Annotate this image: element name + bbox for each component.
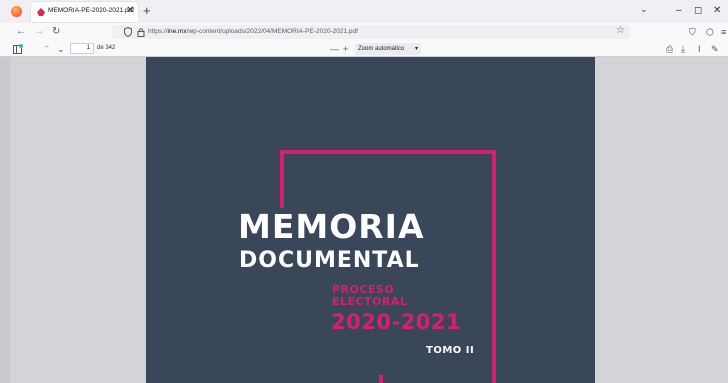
navigation-bar: ← → ↻ https://ine.mx/wp-content/uploads/… [0,23,728,41]
cover-title-line1: MEMORIA [238,207,425,246]
cover-frame-bottom-left [379,375,383,383]
page-total-label: de 342 [97,44,116,51]
text-tool-icon[interactable]: I [698,42,701,56]
app-menu-icon[interactable]: ≡ [721,26,726,38]
maximize-button[interactable]: ◻ [694,2,702,20]
save-icon[interactable]: ⤓ [681,42,685,56]
tab-bar: MEMORIA-PE-2020-2021.pdf ✕ + ⌄ – ◻ ✕ [0,0,728,23]
cover-frame-left [280,150,284,208]
zoom-out-button[interactable]: — [330,42,339,56]
close-window-button[interactable]: ✕ [713,2,721,20]
previous-page-icon[interactable]: ⌃ [43,42,51,56]
pdf-viewer[interactable]: MEMORIA DOCUMENTAL PROCESO ELECTORAL 202… [0,57,728,383]
sidebar-toggle-icon[interactable] [13,44,23,54]
chevron-down-icon: ▾ [414,46,418,52]
url-text[interactable]: https://ine.mx/wp-content/uploads/2022/0… [148,28,358,35]
zoom-select-value: Zoom automático [358,46,405,52]
page-number-input[interactable]: 1 [70,43,94,54]
back-button[interactable]: ← [16,25,26,39]
viewer-left-strip [0,57,10,383]
bookmark-star-icon[interactable]: ☆ [616,25,625,36]
cover-title-line2: DOCUMENTAL [239,248,420,273]
lock-icon[interactable] [137,27,145,37]
next-page-icon[interactable]: ⌄ [57,42,65,56]
reload-button[interactable]: ↻ [52,25,60,39]
list-all-tabs-icon[interactable]: ⌄ [640,4,648,15]
cover-frame-top [280,150,496,154]
zoom-select[interactable]: Zoom automático ▾ [355,43,421,55]
pdf-toolbar: ⌃ ⌄ 1 de 342 — + Zoom automático ▾ ⎙ ⤓ I… [0,41,728,57]
tab-title: MEMORIA-PE-2020-2021.pdf [48,7,134,14]
print-icon[interactable]: ⎙ [666,42,673,56]
minimize-button[interactable]: – [676,2,682,20]
cover-volume: TOMO II [426,345,475,356]
tracking-protection-icon[interactable] [124,27,132,37]
zoom-in-button[interactable]: + [343,42,348,56]
cover-frame-right [492,150,496,383]
tab-pdf[interactable]: MEMORIA-PE-2020-2021.pdf ✕ [31,2,138,22]
new-tab-button[interactable]: + [143,3,151,19]
cover-years: 2020-2021 [331,310,462,334]
firefox-menu-icon[interactable] [11,6,22,17]
tab-close-icon[interactable]: ✕ [126,5,134,17]
pocket-icon[interactable]: ⛉ [689,26,696,38]
url-bar[interactable]: https://ine.mx/wp-content/uploads/2022/0… [112,25,630,39]
extensions-icon[interactable]: ⬡ [706,26,714,38]
pdf-page: MEMORIA DOCUMENTAL PROCESO ELECTORAL 202… [146,57,595,383]
pdf-favicon-icon [37,8,45,16]
cover-subtitle-line2: ELECTORAL [332,295,408,308]
forward-button[interactable]: → [34,25,44,39]
draw-tool-icon[interactable]: ✎ [711,42,719,56]
